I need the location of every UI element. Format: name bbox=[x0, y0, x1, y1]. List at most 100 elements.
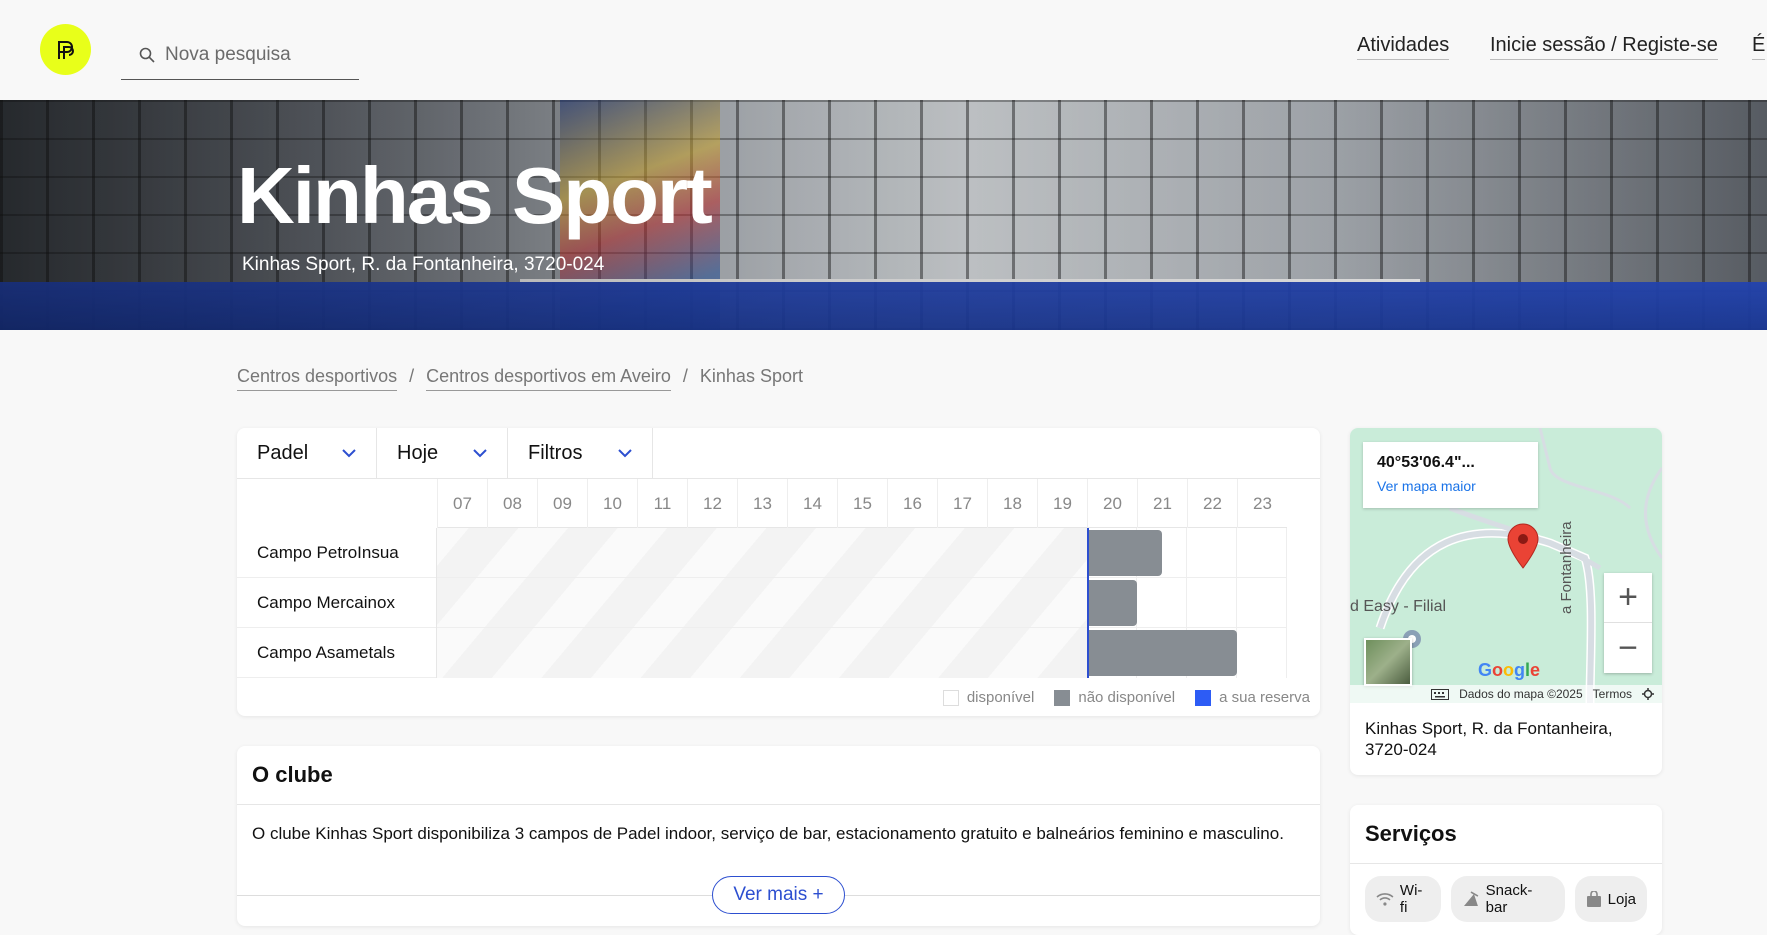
hour-label: 11 bbox=[637, 479, 687, 528]
breadcrumb-current: Kinhas Sport bbox=[699, 366, 803, 386]
playtomic-logo[interactable] bbox=[40, 24, 91, 75]
google-logo: Google bbox=[1478, 660, 1541, 680]
services-card: Serviços Wi-fi Snack-bar Loja bbox=[1350, 805, 1662, 935]
court-name: Campo Mercainox bbox=[237, 578, 436, 628]
legend-yours-label: a sua reserva bbox=[1219, 689, 1310, 706]
hero-banner: Kinhas Sport Kinhas Sport, R. da Fontanh… bbox=[0, 100, 1767, 330]
map-data-attribution: Dados do mapa ©2025 bbox=[1459, 687, 1583, 701]
hour-label: 18 bbox=[987, 479, 1037, 528]
chevron-down-icon bbox=[618, 448, 632, 457]
club-title: Kinhas Sport bbox=[237, 151, 713, 240]
map-address: Kinhas Sport, R. da Fontanheira, 3720-02… bbox=[1365, 719, 1613, 759]
hour-label: 07 bbox=[437, 479, 487, 528]
unavailable-slot bbox=[1087, 630, 1237, 676]
service-label: Loja bbox=[1607, 890, 1636, 908]
search-input[interactable] bbox=[165, 43, 345, 66]
hour-label: 13 bbox=[737, 479, 787, 528]
shop-bag-icon bbox=[1586, 890, 1601, 907]
service-label: Snack-bar bbox=[1485, 882, 1533, 916]
service-chip-wifi: Wi-fi bbox=[1365, 876, 1441, 922]
hour-label: 22 bbox=[1187, 479, 1237, 528]
breadcrumb-aveiro[interactable]: Centros desportivos em Aveiro bbox=[426, 366, 671, 391]
search-icon bbox=[139, 47, 155, 63]
breadcrumb-separator: / bbox=[682, 366, 688, 386]
hour-header: 07 08 09 10 11 12 13 14 15 16 17 18 19 20 21 22 23 bbox=[437, 479, 1287, 528]
hour-label: 19 bbox=[1037, 479, 1087, 528]
hour-label: 20 bbox=[1087, 479, 1137, 528]
street-view-thumbnail[interactable] bbox=[1364, 638, 1412, 686]
legend-available-label: disponível bbox=[966, 689, 1035, 706]
chevron-down-icon bbox=[342, 448, 356, 457]
hour-label: 09 bbox=[537, 479, 587, 528]
hour-label: 23 bbox=[1237, 479, 1287, 528]
filters-dropdown[interactable]: Filtros bbox=[508, 428, 653, 478]
map-coordinates: 40°53'06.4"... bbox=[1377, 454, 1475, 471]
nav-activities-link[interactable]: Atividades bbox=[1357, 34, 1450, 60]
see-more-button[interactable]: Ver mais + bbox=[712, 876, 845, 914]
breadcrumb-separator: / bbox=[409, 366, 415, 386]
service-chip-snack-bar: Snack-bar bbox=[1450, 876, 1565, 922]
hour-label: 16 bbox=[887, 479, 937, 528]
hour-label: 17 bbox=[937, 479, 987, 528]
map-place-label: d Easy - Filial bbox=[1350, 598, 1447, 615]
breadcrumb-sports-centers[interactable]: Centros desportivos bbox=[237, 366, 398, 391]
view-larger-map-link[interactable]: Ver mapa maior bbox=[1377, 478, 1524, 494]
club-heading: O clube bbox=[237, 746, 1320, 805]
keyboard-icon[interactable] bbox=[1431, 688, 1450, 700]
legend-unavailable-swatch bbox=[1054, 689, 1071, 706]
sport-dropdown-label: Padel bbox=[257, 441, 309, 464]
past-slots bbox=[437, 528, 1087, 678]
row-divider bbox=[437, 577, 1287, 578]
location-pin-icon bbox=[1507, 523, 1539, 569]
map-info-box: 40°53'06.4"... Ver mapa maior bbox=[1363, 442, 1538, 508]
zoom-out-button[interactable]: − bbox=[1604, 623, 1652, 673]
service-label: Wi-fi bbox=[1399, 882, 1423, 916]
services-list: Wi-fi Snack-bar Loja bbox=[1350, 864, 1662, 934]
snack-bar-icon bbox=[1463, 891, 1479, 906]
map-terms-link[interactable]: Termos bbox=[1593, 687, 1632, 701]
top-bar: Atividades Inicie sessão / Registe-se É bbox=[0, 0, 1767, 100]
report-bug-icon[interactable] bbox=[1642, 688, 1654, 700]
hour-label: 14 bbox=[787, 479, 837, 528]
club-card: O clube O clube Kinhas Sport disponibili… bbox=[237, 746, 1320, 926]
hour-label: 10 bbox=[587, 479, 637, 528]
breadcrumb: Centros desportivos / Centros desportivo… bbox=[237, 366, 803, 391]
club-address: Kinhas Sport, R. da Fontanheira, 3720-02… bbox=[242, 254, 605, 275]
current-time-line bbox=[1087, 528, 1089, 678]
legend-unavailable: não disponível bbox=[1054, 689, 1175, 706]
day-dropdown-label: Hoje bbox=[397, 441, 439, 464]
hour-label: 21 bbox=[1137, 479, 1187, 528]
nav-login-link[interactable]: Inicie sessão / Registe-se bbox=[1490, 34, 1718, 60]
services-heading: Serviços bbox=[1350, 805, 1662, 864]
map-footer: Dados do mapa ©2025 Termos bbox=[1350, 685, 1662, 703]
unavailable-slot bbox=[1087, 530, 1162, 576]
map[interactable]: 40°53'06.4"... Ver mapa maior d Easy - F… bbox=[1350, 428, 1662, 703]
legend-unavailable-label: não disponível bbox=[1078, 689, 1176, 706]
search-box[interactable] bbox=[121, 30, 359, 80]
unavailable-slot bbox=[1087, 580, 1137, 626]
legend-yours: a sua reserva bbox=[1195, 689, 1310, 706]
filters-bar: Padel Hoje Filtros bbox=[237, 428, 1320, 479]
filters-dropdown-label: Filtros bbox=[528, 441, 583, 464]
day-dropdown[interactable]: Hoje bbox=[377, 428, 508, 478]
logo-icon bbox=[57, 40, 74, 59]
sport-dropdown[interactable]: Padel bbox=[237, 428, 377, 478]
court-list: Campo PetroInsua Campo Mercainox Campo Asa… bbox=[237, 528, 437, 678]
court-name: Campo PetroInsua bbox=[237, 528, 436, 578]
map-street-label: a Fontanheira bbox=[1558, 521, 1575, 614]
court-name: Campo Asametals bbox=[237, 628, 436, 678]
map-card: 40°53'06.4"... Ver mapa maior d Easy - F… bbox=[1350, 428, 1662, 775]
nav-more-link[interactable]: É bbox=[1752, 34, 1766, 60]
wifi-icon bbox=[1376, 893, 1394, 906]
legend: disponível não disponível a sua reserva bbox=[942, 689, 1310, 706]
service-chip-shop: Loja bbox=[1574, 876, 1647, 922]
timeline bbox=[437, 528, 1287, 678]
hour-label: 12 bbox=[687, 479, 737, 528]
availability-card: Padel Hoje Filtros 07 08 09 10 11 12 13 14 15 16 1… bbox=[237, 428, 1320, 716]
club-description: O clube Kinhas Sport disponibiliza 3 cam… bbox=[252, 824, 1284, 843]
map-zoom-controls: + − bbox=[1604, 573, 1652, 673]
zoom-in-button[interactable]: + bbox=[1604, 573, 1652, 623]
row-divider bbox=[437, 627, 1287, 628]
chevron-down-icon bbox=[473, 448, 487, 457]
hour-label: 08 bbox=[487, 479, 537, 528]
